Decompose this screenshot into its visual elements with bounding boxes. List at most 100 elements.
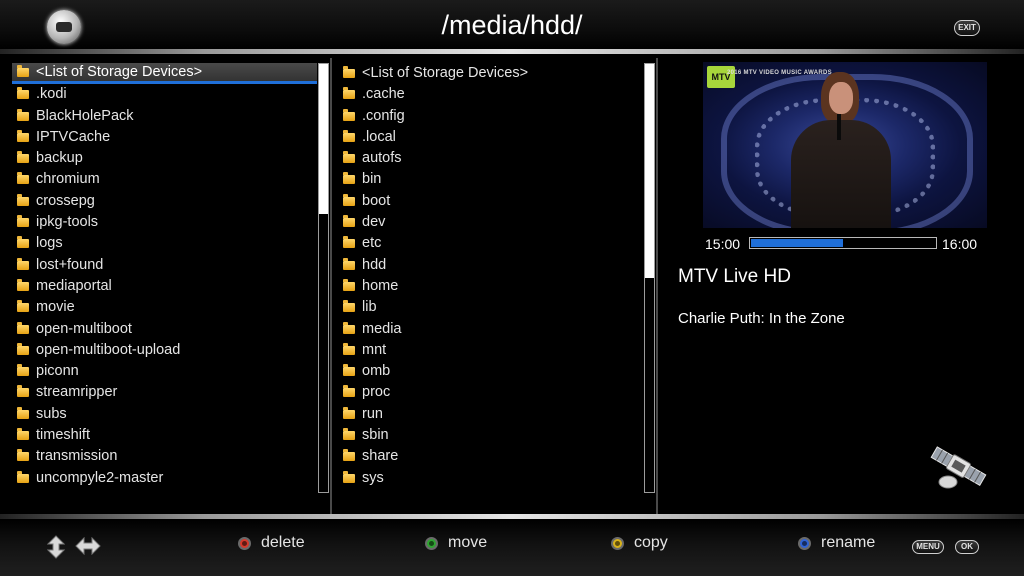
- left-right-arrow-icon: [75, 537, 101, 555]
- folder-item[interactable]: .cache: [338, 84, 643, 105]
- folder-label: logs: [36, 235, 63, 252]
- folder-item[interactable]: uncompyle2-master: [12, 468, 317, 489]
- folder-item[interactable]: chromium: [12, 169, 317, 190]
- folder-item[interactable]: etc: [338, 233, 643, 254]
- folder-item[interactable]: boot: [338, 191, 643, 212]
- folder-item[interactable]: ipkg-tools: [12, 212, 317, 233]
- folder-item[interactable]: bin: [338, 169, 643, 190]
- folder-icon: [17, 65, 29, 77]
- folder-item[interactable]: <List of Storage Devices>: [338, 63, 643, 84]
- left-scrollbar-thumb[interactable]: [319, 64, 328, 214]
- folder-item[interactable]: backup: [12, 148, 317, 169]
- ok-key-icon[interactable]: OK: [955, 540, 979, 554]
- folder-item[interactable]: proc: [338, 382, 643, 403]
- folder-icon: [17, 236, 29, 249]
- move-label: move: [448, 534, 488, 551]
- folder-item[interactable]: movie: [12, 297, 317, 318]
- microphone-icon: [837, 114, 841, 140]
- folder-item[interactable]: .local: [338, 127, 643, 148]
- folder-icon: [343, 66, 355, 78]
- folder-item[interactable]: timeshift: [12, 425, 317, 446]
- folder-item[interactable]: logs: [12, 233, 317, 254]
- folder-icon: [343, 129, 355, 142]
- folder-label: piconn: [36, 363, 79, 380]
- end-time: 16:00: [942, 236, 978, 252]
- folder-icon: [17, 193, 29, 206]
- event-tag: 2016 MTV VIDEO MUSIC AWARDS: [727, 70, 832, 76]
- right-file-panel: <List of Storage Devices> .cache .config .l…: [332, 59, 657, 514]
- folder-icon: [17, 257, 29, 270]
- folder-icon: [343, 172, 355, 185]
- folder-item[interactable]: dev: [338, 212, 643, 233]
- folder-icon: [17, 342, 29, 355]
- folder-icon: [17, 108, 29, 121]
- folder-item[interactable]: piconn: [12, 361, 317, 382]
- exit-key-icon[interactable]: EXIT: [954, 20, 980, 36]
- folder-item[interactable]: open-multiboot: [12, 319, 317, 340]
- folder-icon: [17, 300, 29, 313]
- presenter-face: [829, 82, 853, 114]
- folder-item[interactable]: media: [338, 319, 643, 340]
- folder-item[interactable]: lost+found: [12, 255, 317, 276]
- folder-item[interactable]: mediaportal: [12, 276, 317, 297]
- folder-item[interactable]: BlackHolePack: [12, 106, 317, 127]
- folder-label: mediaportal: [36, 277, 112, 294]
- folder-item[interactable]: sbin: [338, 425, 643, 446]
- folder-item[interactable]: lib: [338, 297, 643, 318]
- folder-item[interactable]: autofs: [338, 148, 643, 169]
- folder-label: BlackHolePack: [36, 107, 134, 124]
- page-title: /media/hdd/: [441, 10, 583, 40]
- folder-icon: [17, 364, 29, 377]
- folder-label: .cache: [362, 86, 405, 103]
- folder-item[interactable]: omb: [338, 361, 643, 382]
- left-file-list: <List of Storage Devices> .kodi BlackHoleP…: [12, 63, 317, 489]
- blue-button-icon: [798, 537, 811, 550]
- folder-item[interactable]: <List of Storage Devices>: [12, 63, 317, 85]
- folder-label: IPTVCache: [36, 128, 111, 145]
- folder-item[interactable]: crossepg: [12, 191, 317, 212]
- folder-label: home: [362, 277, 399, 294]
- folder-icon: [17, 172, 29, 185]
- satellite-icon: [930, 446, 987, 489]
- folder-item[interactable]: subs: [12, 404, 317, 425]
- video-preview: MTV 2016 MTV VIDEO MUSIC AWARDS: [703, 62, 987, 228]
- folder-label: streamripper: [36, 384, 118, 401]
- folder-label: autofs: [362, 150, 402, 167]
- folder-label: share: [362, 448, 399, 465]
- folder-label: movie: [36, 299, 75, 316]
- folder-icon: [343, 406, 355, 419]
- folder-item[interactable]: streamripper: [12, 382, 317, 403]
- folder-icon: [343, 470, 355, 483]
- folder-label: .local: [362, 128, 396, 145]
- folder-icon: [343, 108, 355, 121]
- folder-item[interactable]: hdd: [338, 255, 643, 276]
- folder-item[interactable]: IPTVCache: [12, 127, 317, 148]
- menu-key-icon[interactable]: MENU: [912, 540, 944, 554]
- folder-item[interactable]: home: [338, 276, 643, 297]
- folder-item[interactable]: open-multiboot-upload: [12, 340, 317, 361]
- folder-label: subs: [36, 405, 67, 422]
- right-scrollbar-thumb[interactable]: [645, 64, 654, 278]
- folder-label: backup: [36, 150, 83, 167]
- copy-label: copy: [634, 534, 668, 551]
- folder-icon: [343, 449, 355, 462]
- folder-item[interactable]: .kodi: [12, 84, 317, 105]
- program-title: Charlie Puth: In the Zone: [678, 310, 845, 327]
- folder-item[interactable]: .config: [338, 106, 643, 127]
- folder-label: .config: [362, 107, 405, 124]
- folder-label: sys: [362, 469, 384, 486]
- left-scrollbar[interactable]: [318, 63, 329, 493]
- folder-icon: [343, 321, 355, 334]
- right-scrollbar[interactable]: [644, 63, 655, 493]
- folder-icon: [343, 215, 355, 228]
- panel-divider: [656, 58, 658, 514]
- folder-label: open-multiboot: [36, 320, 132, 337]
- folder-item[interactable]: run: [338, 404, 643, 425]
- folder-item[interactable]: share: [338, 446, 643, 467]
- folder-label: boot: [362, 192, 391, 209]
- folder-label: transmission: [36, 448, 118, 465]
- folder-item[interactable]: mnt: [338, 340, 643, 361]
- red-button-icon: [238, 537, 251, 550]
- folder-item[interactable]: transmission: [12, 446, 317, 467]
- folder-item[interactable]: sys: [338, 468, 643, 489]
